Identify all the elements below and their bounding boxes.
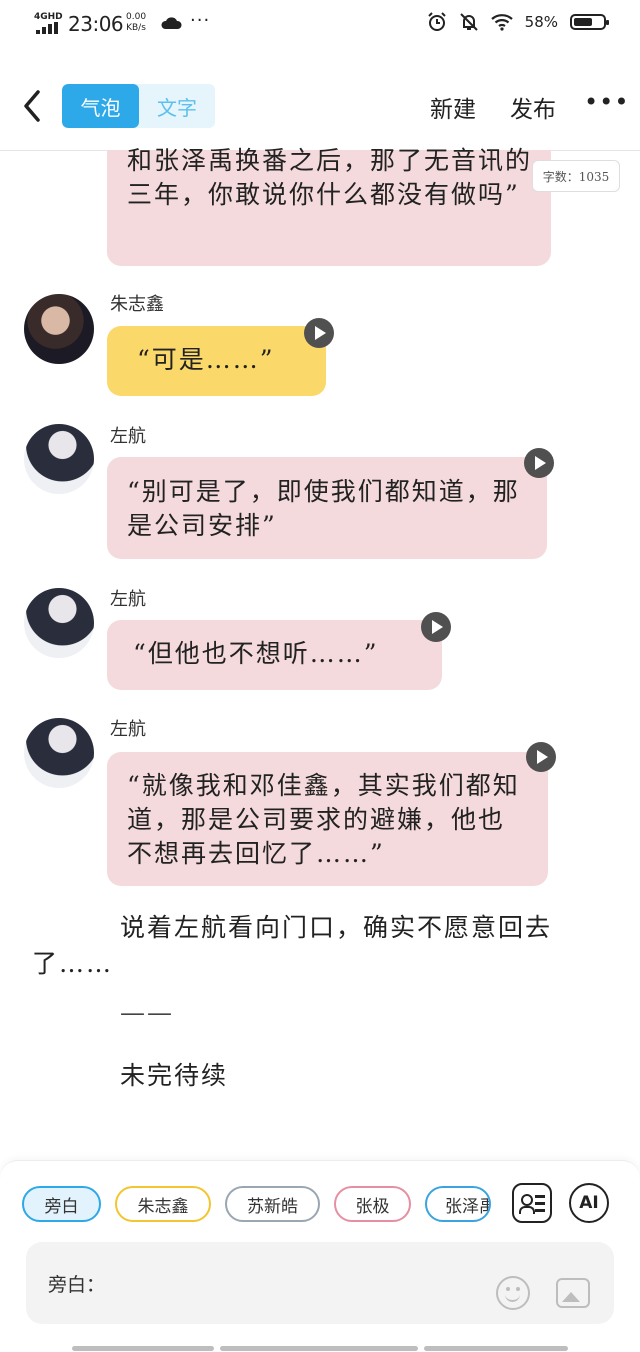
- character-chip[interactable]: 朱志鑫: [115, 1186, 211, 1222]
- chat-bubble[interactable]: “就像我和邓佳鑫，其实我们都知道，那是公司要求的避嫌，他也不想再去回忆了……”: [107, 752, 548, 886]
- net-speed-value: 0.00: [126, 12, 147, 22]
- more-menu-button[interactable]: •••: [584, 88, 629, 116]
- status-bar: 4GHD 23:06 0.00 KB/s ··· 58%: [0, 0, 640, 50]
- chat-bubble[interactable]: “但他也不想听……”: [107, 620, 442, 690]
- speaker-name: 左航: [110, 589, 146, 610]
- chat-bubble-text: “别可是了，即使我们都知道，那是公司安排”: [127, 477, 520, 540]
- chat-bubble-text: “但他也不想听……”: [133, 639, 379, 668]
- battery-percent: 58%: [524, 13, 558, 31]
- avatar[interactable]: [24, 294, 94, 364]
- back-arrow-icon[interactable]: [18, 86, 48, 126]
- avatar[interactable]: [24, 718, 94, 788]
- signal-icon: [36, 22, 62, 34]
- scroll-indicator: [72, 1346, 214, 1351]
- input-speaker-label: 旁白：: [48, 1274, 106, 1296]
- net-speed: 0.00 KB/s: [126, 12, 146, 34]
- alarm-icon: [427, 12, 446, 31]
- character-chip[interactable]: 张极: [334, 1186, 411, 1222]
- image-icon[interactable]: [556, 1278, 590, 1308]
- tab-text[interactable]: 文字: [139, 84, 215, 128]
- avatar[interactable]: [24, 588, 94, 658]
- more-status-icon: ···: [190, 10, 211, 31]
- speaker-name: 左航: [110, 719, 146, 740]
- avatar[interactable]: [24, 424, 94, 494]
- signal-label: 4GHD: [34, 12, 63, 22]
- publish-button[interactable]: 发布: [510, 90, 556, 124]
- status-right: 58%: [427, 12, 609, 32]
- battery-icon: [570, 14, 609, 30]
- clock: 23:06: [68, 12, 124, 36]
- message-input[interactable]: 旁白：: [26, 1242, 614, 1324]
- character-chip[interactable]: 苏新皓: [225, 1186, 320, 1222]
- word-count-badge: 字数：1035: [532, 160, 620, 192]
- character-list-icon[interactable]: [512, 1183, 552, 1223]
- speaker-name: 朱志鑫: [110, 294, 164, 315]
- chat-bubble-text: “可是……”: [137, 345, 275, 374]
- mute-icon: [459, 13, 478, 31]
- play-audio-icon[interactable]: [304, 318, 334, 348]
- character-chip[interactable]: 张泽禹: [425, 1186, 491, 1222]
- wifi-icon: [490, 14, 513, 31]
- new-button[interactable]: 新建: [430, 90, 476, 124]
- narration-line: 说着左航看向门口，确实不愿意回去: [120, 913, 553, 942]
- nav-bar: 气泡 文字 新建 发布 •••: [0, 80, 640, 132]
- chat-bubble-text: “就像我和邓佳鑫，其实我们都知道，那是公司要求的避嫌，他也不想再去回忆了……”: [127, 771, 520, 868]
- net-speed-unit: KB/s: [126, 23, 146, 33]
- character-chip[interactable]: 旁白: [22, 1186, 101, 1222]
- chat-bubble[interactable]: 和张泽禹换番之后，那了无音讯的三年，你敢说你什么都没有做吗”: [107, 146, 551, 266]
- mode-switch: 气泡 文字: [62, 84, 215, 128]
- tab-bubble[interactable]: 气泡: [62, 84, 139, 128]
- scroll-indicator: [424, 1346, 568, 1351]
- play-audio-icon[interactable]: [421, 612, 451, 642]
- ai-button[interactable]: AI: [569, 1183, 609, 1223]
- chat-bubble-text: 和张泽禹换番之后，那了无音讯的三年，你敢说你什么都没有做吗”: [127, 146, 533, 209]
- speaker-name: 左航: [110, 426, 146, 447]
- emoji-icon[interactable]: [496, 1276, 530, 1310]
- to-be-continued[interactable]: 未完待续: [120, 1058, 228, 1094]
- scroll-indicator: [220, 1346, 418, 1351]
- narration-line: 了……: [32, 949, 114, 978]
- narration-dash[interactable]: ——: [120, 995, 174, 1031]
- chat-bubble[interactable]: “别可是了，即使我们都知道，那是公司安排”: [107, 457, 547, 559]
- play-audio-icon[interactable]: [524, 448, 554, 478]
- play-audio-icon[interactable]: [526, 742, 556, 772]
- cloud-icon: [161, 17, 182, 29]
- narration-text[interactable]: 说着左航看向门口，确实不愿意回去 了……: [32, 910, 612, 982]
- chat-bubble[interactable]: “可是……”: [107, 326, 326, 396]
